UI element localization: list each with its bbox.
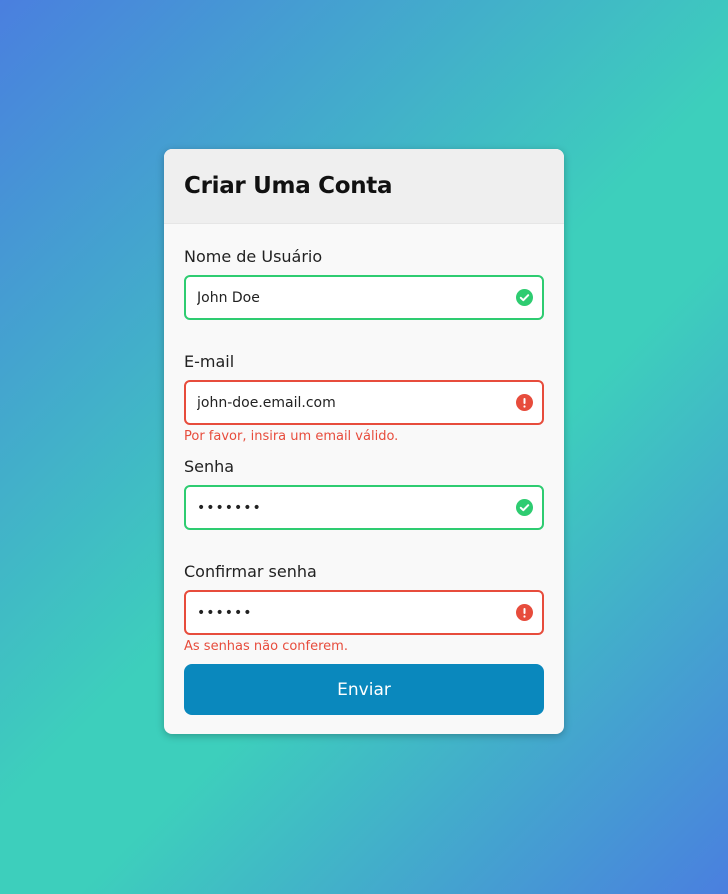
password-field-group: Senha bbox=[184, 456, 544, 530]
password-input[interactable] bbox=[186, 487, 542, 528]
confirm-password-error-message: As senhas não conferem. bbox=[184, 639, 348, 654]
exclamation-circle-icon bbox=[516, 394, 533, 411]
email-field-group: E-mail Por favor, insira um email válido… bbox=[184, 351, 544, 444]
exclamation-circle-icon bbox=[516, 604, 533, 621]
password-input-wrapper bbox=[184, 485, 544, 530]
submit-button[interactable]: Enviar bbox=[184, 664, 544, 715]
username-label: Nome de Usuário bbox=[184, 247, 323, 266]
confirm-password-field-group: Confirmar senha As senhas não conferem. bbox=[184, 561, 544, 654]
form-title: Criar Uma Conta bbox=[184, 173, 393, 199]
username-input-wrapper bbox=[184, 275, 544, 320]
card-header: Criar Uma Conta bbox=[164, 149, 564, 224]
confirm-password-input-wrapper bbox=[184, 590, 544, 635]
username-field-group: Nome de Usuário bbox=[184, 246, 544, 320]
signup-card: Criar Uma Conta Nome de Usuário E-mail P… bbox=[164, 149, 564, 734]
username-input[interactable] bbox=[186, 277, 542, 318]
confirm-password-input[interactable] bbox=[186, 592, 542, 633]
confirm-password-label: Confirmar senha bbox=[184, 562, 317, 581]
password-label: Senha bbox=[184, 457, 235, 476]
check-circle-icon bbox=[516, 289, 533, 306]
email-label: E-mail bbox=[184, 352, 235, 371]
email-input-wrapper bbox=[184, 380, 544, 425]
email-input[interactable] bbox=[186, 382, 542, 423]
email-error-message: Por favor, insira um email válido. bbox=[184, 429, 399, 444]
check-circle-icon bbox=[516, 499, 533, 516]
